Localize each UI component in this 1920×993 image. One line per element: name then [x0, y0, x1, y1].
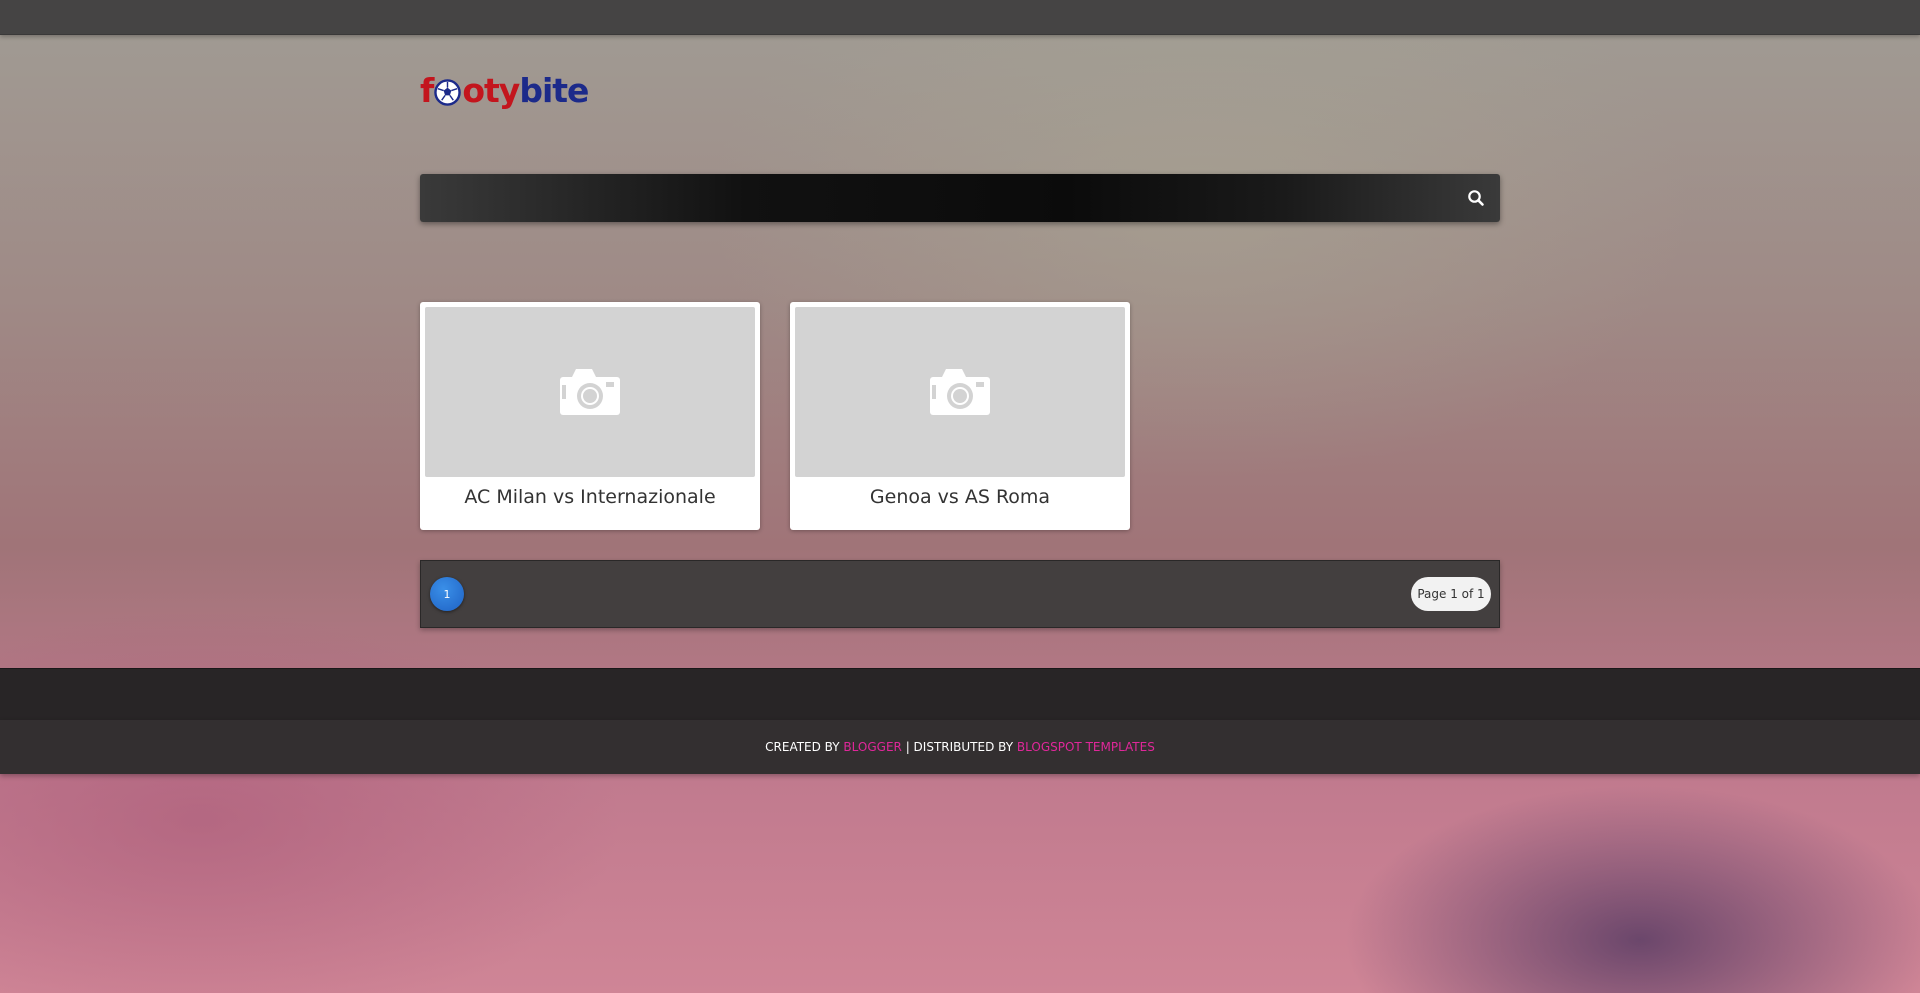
- footer-distributed-by: | DISTRIBUTED BY: [905, 740, 1014, 754]
- soccer-ball-icon: [434, 78, 462, 106]
- footer-widgets: [0, 668, 1920, 721]
- pagination-bar: 1 Page 1 of 1: [420, 560, 1500, 628]
- post-title[interactable]: Genoa vs AS Roma: [790, 486, 1130, 508]
- logo-text-bite: bite: [519, 70, 589, 110]
- camera-icon: [560, 369, 620, 415]
- search-icon[interactable]: [1466, 188, 1486, 208]
- search-bar: [420, 174, 1500, 224]
- site-logo[interactable]: f oty bite: [420, 70, 589, 110]
- footer-credits: CREATED BY BLOGGER | DISTRIBUTED BY BLOG…: [0, 720, 1920, 774]
- blogspot-templates-link[interactable]: BLOGSPOT TEMPLATES: [1017, 740, 1155, 754]
- search-input[interactable]: [430, 174, 1434, 224]
- post-thumbnail[interactable]: [425, 307, 755, 477]
- post-card-1[interactable]: AC Milan vs Internazionale: [420, 302, 760, 530]
- page-button-1[interactable]: 1: [430, 577, 464, 611]
- logo-text-oty: oty: [462, 70, 520, 110]
- post-card-2[interactable]: Genoa vs AS Roma: [790, 302, 1130, 530]
- post-thumbnail[interactable]: [795, 307, 1125, 477]
- footer-created-by: CREATED BY: [765, 740, 840, 754]
- camera-icon: [930, 369, 990, 415]
- logo-text-f: f: [420, 70, 434, 110]
- post-title[interactable]: AC Milan vs Internazionale: [420, 486, 760, 508]
- blogger-link[interactable]: BLOGGER: [843, 740, 901, 754]
- top-bar: [0, 0, 1920, 35]
- page-info: Page 1 of 1: [1411, 577, 1491, 611]
